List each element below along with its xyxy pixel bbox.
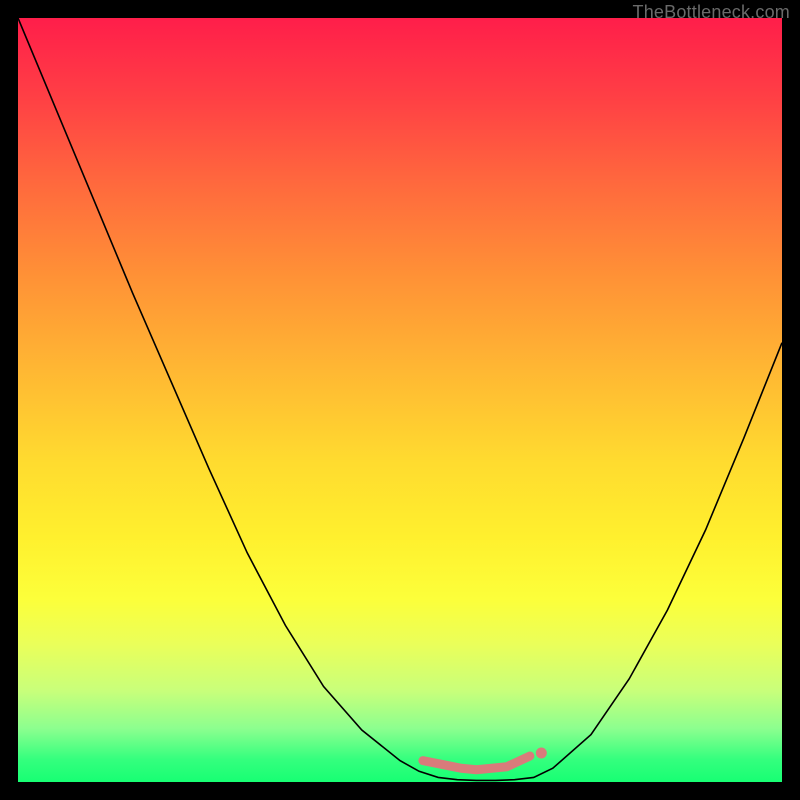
marker-cluster (423, 747, 547, 769)
curve-line (18, 18, 782, 780)
chart-svg (18, 18, 782, 782)
marker-dot (536, 747, 547, 758)
watermark-text: TheBottleneck.com (633, 2, 790, 23)
bottleneck-curve (18, 18, 782, 780)
chart-frame: { "watermark": "TheBottleneck.com", "cha… (0, 0, 800, 800)
plot-area (18, 18, 782, 782)
marker-line (423, 756, 530, 770)
